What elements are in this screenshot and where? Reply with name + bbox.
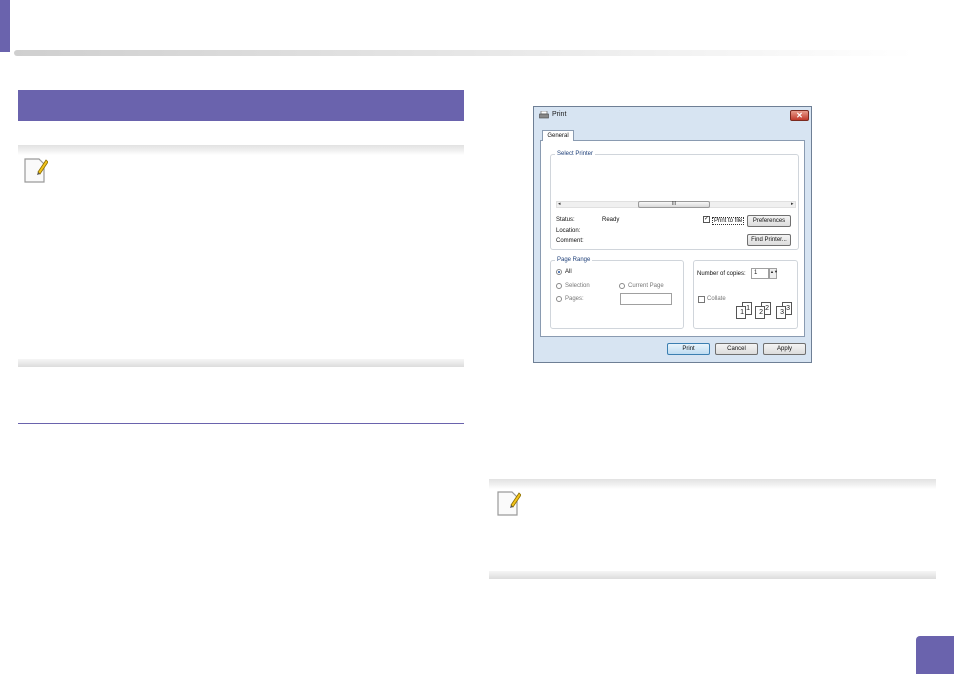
tab-general[interactable]: General: [542, 130, 574, 141]
dialog-title-bar[interactable]: Print ✕: [534, 107, 811, 124]
page-range-title: Page Range: [555, 257, 593, 263]
location-label: Location:: [556, 228, 581, 234]
collate-label[interactable]: Collate: [707, 296, 726, 302]
collate-page: 3: [776, 306, 786, 319]
collate-page: 2: [755, 306, 765, 319]
note-box-bottom: [489, 571, 936, 579]
status-value: Ready: [602, 217, 620, 223]
radio-pages[interactable]: [556, 296, 562, 302]
cancel-button[interactable]: Cancel: [715, 343, 758, 355]
printer-icon: [539, 111, 549, 119]
collate-page: 1: [736, 306, 746, 319]
left-accent-bar: [0, 0, 10, 52]
number-of-copies-label: Number of copies:: [697, 271, 746, 277]
section-divider: [18, 423, 464, 424]
radio-selection-label[interactable]: Selection: [565, 283, 590, 289]
preferences-button[interactable]: Preferences: [747, 215, 791, 227]
print-to-file-label[interactable]: Print to file: [712, 217, 745, 225]
copies-spinner-icon[interactable]: ▲▼: [769, 268, 778, 279]
copies-input[interactable]: 1: [751, 268, 769, 279]
collate-checkbox[interactable]: [698, 296, 705, 303]
apply-button[interactable]: Apply: [763, 343, 806, 355]
radio-all[interactable]: [556, 269, 562, 275]
note-pencil-icon: [24, 158, 48, 183]
note-box-top: [18, 145, 464, 155]
page-number-badge: [916, 636, 954, 674]
pages-input[interactable]: [620, 293, 672, 305]
scrollbar-thumb[interactable]: III: [638, 201, 710, 208]
radio-current-page-label[interactable]: Current Page: [628, 283, 664, 289]
find-printer-button[interactable]: Find Printer...: [747, 234, 791, 246]
radio-selection[interactable]: [556, 283, 562, 289]
radio-pages-label[interactable]: Pages:: [565, 296, 584, 302]
note-box-bottom: [18, 359, 464, 367]
note-pencil-icon: [497, 491, 521, 516]
select-printer-title: Select Printer: [555, 151, 596, 157]
radio-all-label[interactable]: All: [565, 269, 572, 275]
print-to-file-checkbox[interactable]: ✓: [703, 216, 710, 223]
radio-current-page[interactable]: [619, 283, 625, 289]
scroll-left-icon[interactable]: ◂: [558, 201, 561, 207]
status-label: Status:: [556, 217, 575, 223]
close-icon[interactable]: ✕: [790, 110, 809, 121]
scroll-right-icon[interactable]: ▸: [791, 201, 794, 207]
comment-label: Comment:: [556, 238, 584, 244]
print-button[interactable]: Print: [667, 343, 710, 355]
print-dialog: Print ✕ General Select Printer ◂ III ▸ S…: [533, 106, 812, 363]
dialog-title: Print: [552, 111, 567, 118]
note-box-top: [489, 479, 936, 489]
section-header-bar: [18, 90, 464, 121]
header-rule: [14, 50, 914, 56]
